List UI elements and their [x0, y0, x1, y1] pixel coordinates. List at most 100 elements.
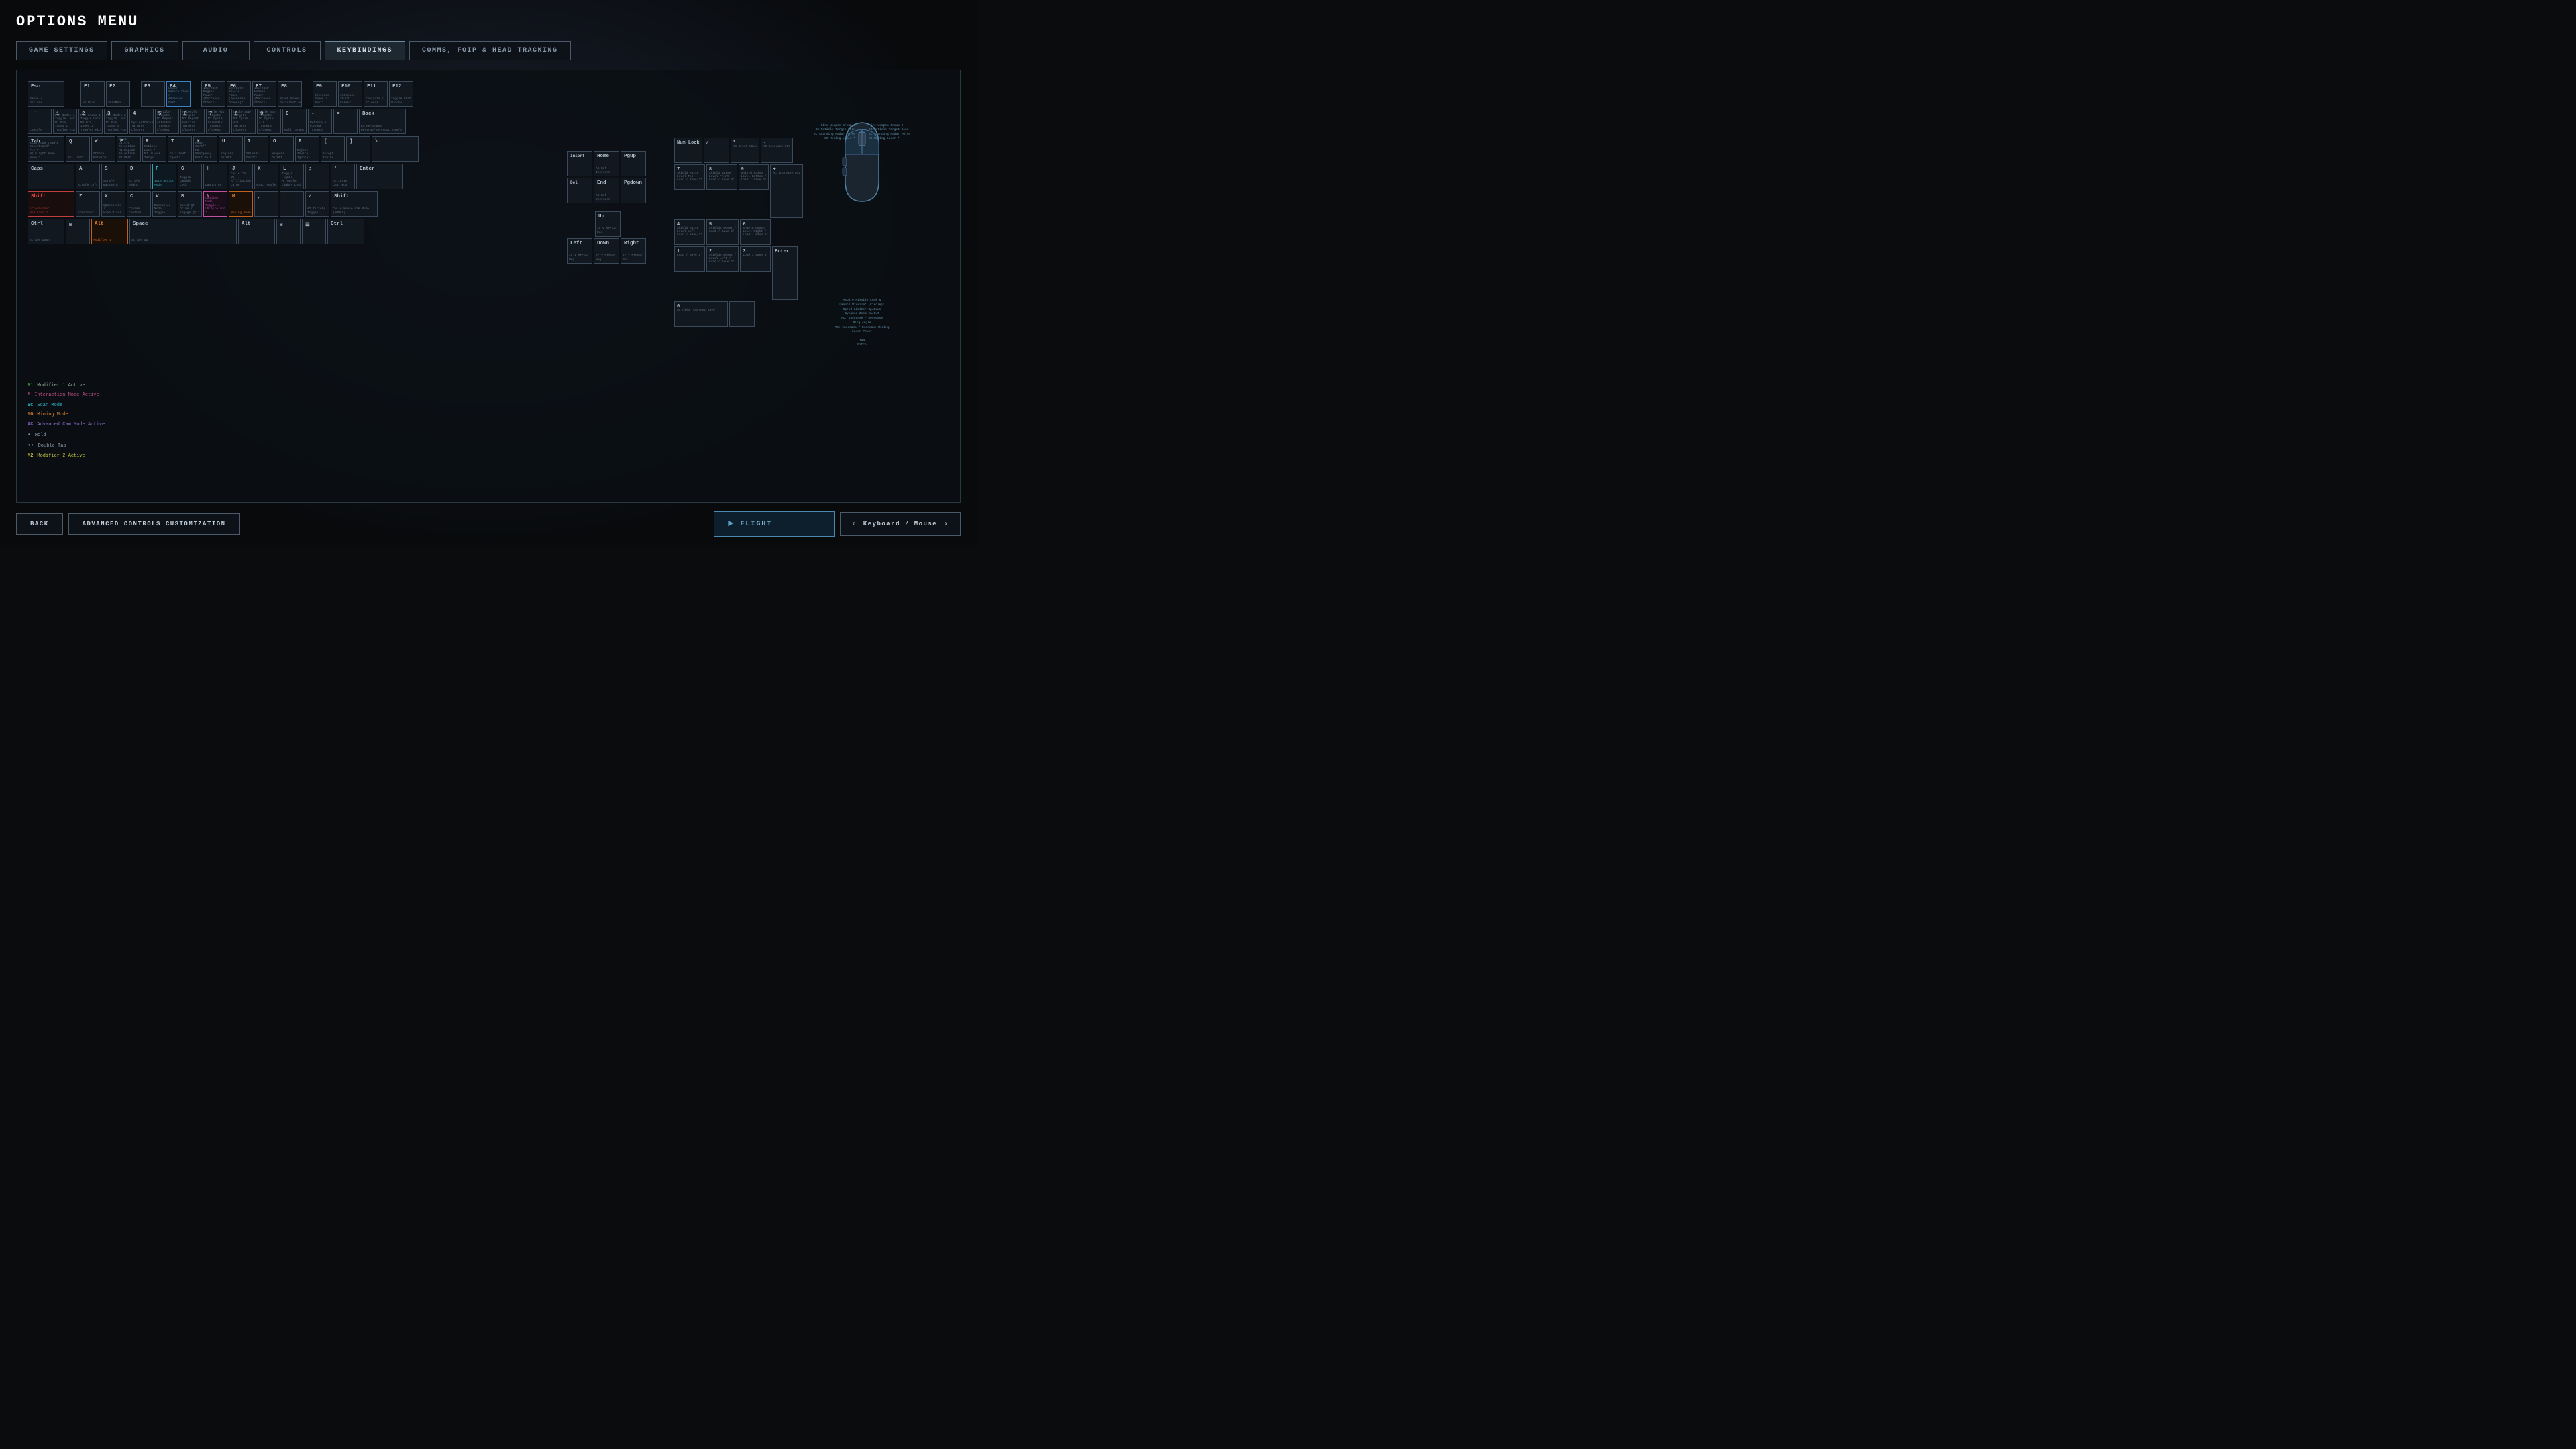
- key-menu[interactable]: ☰: [302, 219, 326, 244]
- key-pgup[interactable]: Pgup: [621, 151, 646, 176]
- key-num-multiply[interactable]: * AC Reset View: [731, 138, 759, 163]
- key-shift-left[interactable]: Shift AfterburnerModifier 2: [28, 191, 74, 217]
- key-num7[interactable]: 7 Shield RaiseLevel TopLoad / Save 7*: [674, 164, 705, 190]
- key-9[interactable]: 9 Cycle Sub-TargetsM1 Cycle AllTargets C…: [257, 109, 281, 134]
- key-v[interactable]: V Decoupled ModeToggle: [152, 191, 176, 217]
- key-minus[interactable]: - Reticle AllPinned Targets: [308, 109, 332, 134]
- key-2[interactable]: 2 Pin Index 1Toggle LockM1 Pin Index 2To…: [78, 109, 103, 134]
- tab-game-settings[interactable]: GAME SETTINGS: [16, 41, 107, 60]
- key-x[interactable]: X Spacebrake /Wipe Visor: [101, 191, 125, 217]
- key-home[interactable]: Home AC Def Increase: [594, 151, 619, 176]
- key-numlock[interactable]: Num Lock: [674, 138, 702, 163]
- key-down[interactable]: Down AC Y Offset Neg: [594, 238, 619, 264]
- key-j[interactable]: J Cycle CMM1 Affiliation Cargo: [229, 164, 253, 189]
- key-ctrl-right[interactable]: Ctrl: [327, 219, 364, 244]
- key-e[interactable]: E Roll RightFlight ReadsCircle Selection…: [117, 136, 141, 162]
- key-comma[interactable]: ,: [254, 191, 278, 217]
- key-insert[interactable]: Insert: [567, 151, 592, 176]
- key-bracket-right[interactable]: ]: [346, 136, 370, 162]
- key-y[interactable]: Y Power On/OffMG EmergencyExit Self: [193, 136, 217, 162]
- key-tab[interactable]: Tab Scan Mode ToggleScoreboard*P.I.TM1 F…: [28, 136, 64, 162]
- key-0[interactable]: 0 Roll Target: [282, 109, 307, 134]
- flight-button[interactable]: ► FLIGHT: [714, 511, 835, 537]
- key-f3[interactable]: F3: [141, 81, 165, 107]
- key-f[interactable]: F InteractionMode: [152, 164, 176, 189]
- tab-audio[interactable]: AUDIO: [182, 41, 250, 60]
- key-h[interactable]: H Launch CM: [203, 164, 227, 189]
- tab-keybindings[interactable]: KEYBINDINGS: [325, 41, 406, 60]
- key-f1[interactable]: F1 HolHide: [80, 81, 105, 107]
- key-up[interactable]: Up AC Y Offset Pos: [595, 211, 621, 237]
- key-win-right[interactable]: ⊞: [276, 219, 301, 244]
- key-backspace[interactable]: Back EA Re-Spawn/Destroy/Destruct Toggle: [359, 109, 406, 134]
- key-f9[interactable]: F9 DecreasePower / Min**: [313, 81, 337, 107]
- key-f10[interactable]: F10 Increase2D UI Cursor: [338, 81, 362, 107]
- key-4[interactable]: 4 CycleAftackerTargets Closest: [129, 109, 154, 134]
- advanced-controls-button[interactable]: ADVANCED CONTROLS CUSTOMIZATION: [68, 513, 240, 535]
- key-f2[interactable]: F2 StarMap: [106, 81, 130, 107]
- key-backtick[interactable]: ~` Console: [28, 109, 52, 134]
- key-k[interactable]: K VTOL Toggle: [254, 164, 278, 189]
- key-num1[interactable]: 1 Load / Save 1*: [674, 246, 705, 272]
- key-1[interactable]: 1 Pin Index 1Toggle LockM1 Pin Index 1To…: [53, 109, 77, 134]
- key-backslash[interactable]: \: [372, 136, 419, 162]
- key-alt-right[interactable]: Alt: [238, 219, 275, 244]
- key-right[interactable]: Right AC X Offset Pos: [621, 238, 646, 264]
- keyboard-mouse-button[interactable]: ‹ Keyboard / Mouse ›: [840, 512, 961, 536]
- key-delete[interactable]: Del: [567, 178, 592, 203]
- key-slash[interactable]: / AI TurretsToggle: [305, 191, 329, 217]
- key-shift-right[interactable]: Shift Cycle Mouse Aim Mode (HOMAS): [331, 191, 378, 217]
- key-f7[interactable]: F7 IncreaseWeapon Power(DecreaseOthers): [252, 81, 276, 107]
- key-f12[interactable]: F12 Toggle ChatWindow: [389, 81, 413, 107]
- key-caps[interactable]: Caps: [28, 164, 74, 189]
- key-num6[interactable]: 6 Shield RaiseLevel Right /Load / Save 6…: [740, 219, 771, 245]
- key-num-decimal[interactable]: .: [729, 301, 755, 327]
- key-t[interactable]: T Exit Seat /Eject*: [168, 136, 192, 162]
- key-o[interactable]: O Weapons On/Off: [270, 136, 294, 162]
- key-quote[interactable]: ' Activate Chat Box: [331, 164, 355, 189]
- key-a[interactable]: A Strafe Left: [76, 164, 100, 189]
- key-f5[interactable]: F5 IncreaseEngine Power(DecreaseOthers): [201, 81, 225, 107]
- key-num-divide[interactable]: /: [704, 138, 729, 163]
- key-d[interactable]: D Strafe Right: [127, 164, 151, 189]
- key-b[interactable]: B Speed QT Drive /Engage QT *: [178, 191, 202, 217]
- key-f8[interactable]: F8 Reset PowerDistribution: [278, 81, 302, 107]
- key-q[interactable]: Q Roll Left: [66, 136, 90, 162]
- key-num9[interactable]: 9 Shield RaiseLevel Bottom /Load / Save …: [739, 164, 769, 190]
- key-alt-left[interactable]: Alt Modifier 1: [91, 219, 128, 244]
- key-m[interactable]: M Mining Mode: [229, 191, 253, 217]
- key-f4[interactable]: F4 CycleCamera View /Advanced Cam*: [166, 81, 191, 107]
- key-num0[interactable]: 0 AC Clear Current Save*: [674, 301, 728, 327]
- key-num8[interactable]: 8 Shield RaiseLevel FrontLoad / Save 8*: [706, 164, 737, 190]
- key-i[interactable]: I Shields On/Off: [244, 136, 268, 162]
- key-ctrl-left[interactable]: Ctrl Strafe Down: [28, 219, 64, 244]
- back-button[interactable]: BACK: [16, 513, 63, 535]
- key-end[interactable]: End AC Def Decrease: [594, 178, 619, 203]
- key-7[interactable]: 7 Cycle AllTargetsM1 Cycle FriendlyTarge…: [206, 109, 230, 134]
- key-w[interactable]: W Strafe Forward: [91, 136, 115, 162]
- key-c[interactable]: C Cruise Control: [127, 191, 151, 217]
- key-esc[interactable]: Esc Pause /Options: [28, 81, 64, 107]
- tab-controls[interactable]: CONTROLS: [254, 41, 321, 60]
- key-p[interactable]: P Reject Invite /Ignore*: [295, 136, 319, 162]
- key-num5[interactable]: 5 Shields Reset /Load / Save 5*: [706, 219, 739, 245]
- key-f11[interactable]: F11 Contacts /Friends: [364, 81, 388, 107]
- key-semicolon[interactable]: ;: [305, 164, 329, 189]
- key-num3[interactable]: 3 Load / Save 3*: [740, 246, 771, 272]
- key-period[interactable]: .: [280, 191, 304, 217]
- key-num2[interactable]: 2 Shields Reset /Level Left /Load / Save…: [706, 246, 739, 272]
- key-6[interactable]: 6 Cycle FriendlyTargetsM1 Repeat Hostile…: [180, 109, 205, 134]
- key-pgdn[interactable]: Pgdown: [621, 178, 646, 203]
- key-f6[interactable]: F6 IncreaseShield Power(DecreaseOthers)*: [227, 81, 251, 107]
- key-r[interactable]: R Reticle Lock /M1 Unlock Target: [142, 136, 166, 162]
- key-8[interactable]: 8 Cycle Sub-TargetsM1 Cycle AllTargets C…: [231, 109, 256, 134]
- key-5[interactable]: 5 Cycle HostileTargetsM1 Repeat Attacker…: [155, 109, 179, 134]
- key-g[interactable]: G Toggle GimbalLock: [178, 164, 202, 189]
- key-l[interactable]: L Toggle LightsM Toggle Lights Lock: [280, 164, 304, 189]
- key-3[interactable]: 3 Pin Index 3Toggle LockM1 Pin Index 3To…: [104, 109, 128, 134]
- key-enter[interactable]: Enter: [356, 164, 403, 189]
- tab-graphics[interactable]: GRAPHICS: [111, 41, 178, 60]
- key-n[interactable]: N Landing ModeToggle /LM Autoland *: [203, 191, 227, 217]
- tab-comms[interactable]: COMMS, FOIP & HEAD TRACKING: [409, 41, 571, 60]
- key-s[interactable]: S Strafe Backward: [101, 164, 125, 189]
